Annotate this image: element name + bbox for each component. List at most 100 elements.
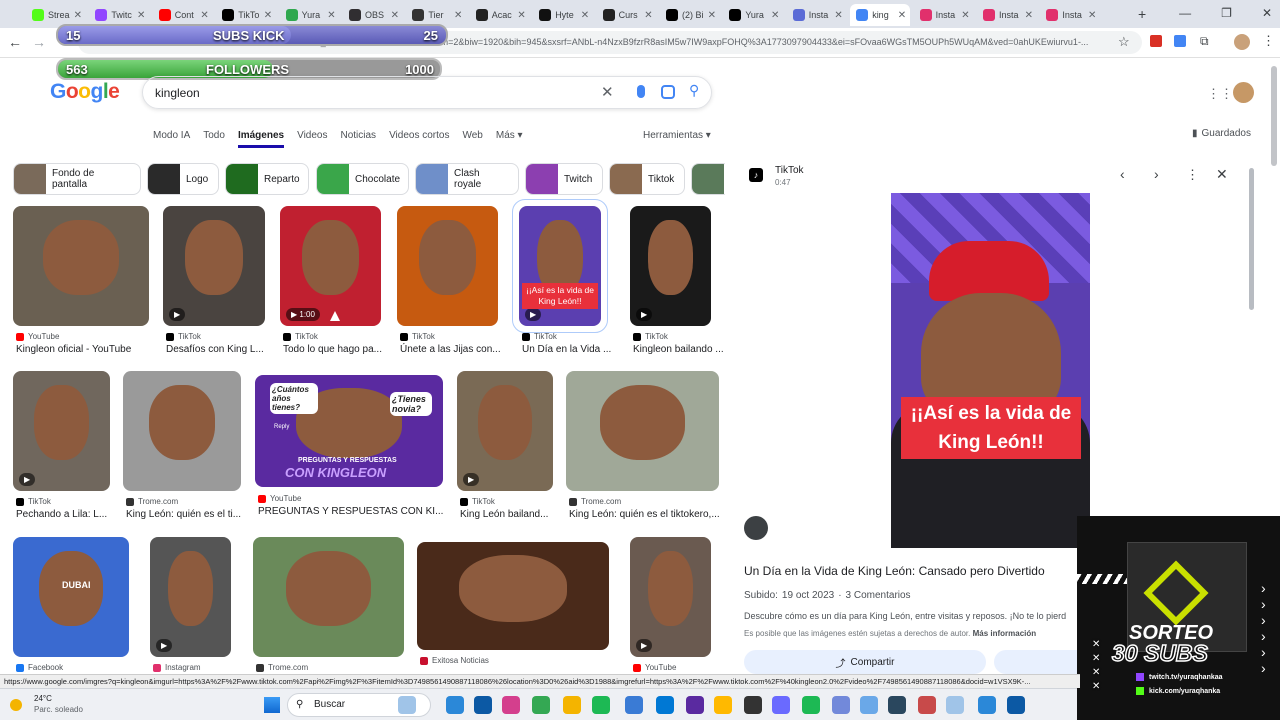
related-chip[interactable]: Tiktok xyxy=(609,163,685,195)
extensions-puzzle-icon[interactable]: ⧉ xyxy=(1200,34,1209,49)
image-result[interactable]: Exitosa Noticias xyxy=(417,542,609,665)
result-source[interactable]: YouTube xyxy=(16,332,59,341)
tools-menu[interactable]: Herramientas ▾ xyxy=(643,130,711,141)
related-chip[interactable]: Fondo de pantalla xyxy=(13,163,141,195)
result-title[interactable]: Kingleon bailando ... xyxy=(633,344,724,355)
browser-tab[interactable]: Insta ✕ xyxy=(914,4,974,26)
result-thumbnail[interactable]: ▶ xyxy=(163,206,265,326)
lens-search-icon[interactable] xyxy=(661,85,675,99)
tab-close-icon[interactable]: ✕ xyxy=(454,10,462,21)
image-result[interactable]: ▶ TikTok King León bailand... xyxy=(457,371,553,520)
taskbar-app-icon[interactable] xyxy=(772,696,790,714)
share-button[interactable]: ⤴ Compartir xyxy=(744,650,986,674)
tab-close-icon[interactable]: ✕ xyxy=(1088,10,1096,21)
taskbar-app-icon[interactable] xyxy=(802,696,820,714)
related-chip[interactable]: Clash royale xyxy=(415,163,519,195)
browser-tab[interactable]: Insta ✕ xyxy=(787,4,847,26)
taskbar-app-icon[interactable] xyxy=(714,696,732,714)
tab-close-icon[interactable]: ✕ xyxy=(517,10,525,21)
result-source[interactable]: Trome.com xyxy=(126,497,178,506)
more-options-icon[interactable]: ⋮ xyxy=(1186,167,1199,183)
windows-start-icon[interactable] xyxy=(264,697,280,713)
related-chip[interactable]: Twitch xyxy=(525,163,603,195)
tab-close-icon[interactable]: ✕ xyxy=(708,10,716,21)
image-result[interactable]: ▶ TikTok Desafíos con King L... xyxy=(163,206,265,355)
result-title[interactable]: Pechando a Lila: L... xyxy=(16,509,107,520)
result-source[interactable]: TikTok xyxy=(166,332,201,341)
taskbar-app-icon[interactable] xyxy=(474,696,492,714)
related-chip-overflow[interactable] xyxy=(691,163,725,195)
account-avatar[interactable] xyxy=(1233,82,1254,103)
browser-tab[interactable]: Insta ✕ xyxy=(1040,4,1100,26)
result-thumbnail[interactable] xyxy=(566,371,719,491)
browser-tab[interactable]: Curs ✕ xyxy=(597,4,657,26)
tab-close-icon[interactable]: ✕ xyxy=(644,10,652,21)
search-tab[interactable]: Todo xyxy=(203,130,225,148)
panel-title[interactable]: Un Día en la Vida de King León: Cansado … xyxy=(744,564,1045,578)
result-title[interactable]: Únete a las Jijas con... xyxy=(400,344,501,355)
result-title[interactable]: King León: quién es el tiktokero,... xyxy=(569,509,720,520)
taskbar-app-icon[interactable] xyxy=(398,696,416,714)
result-thumbnail[interactable]: ▶ xyxy=(150,537,231,657)
translate-icon[interactable] xyxy=(1174,35,1186,47)
tab-close-icon[interactable]: ✕ xyxy=(771,10,779,21)
result-source[interactable]: Exitosa Noticias xyxy=(420,656,489,665)
taskbar-app-icon[interactable] xyxy=(860,696,878,714)
result-source[interactable]: Facebook xyxy=(16,663,63,672)
browser-tab[interactable]: Yura ✕ xyxy=(723,4,783,26)
taskbar-app-icon[interactable] xyxy=(888,696,906,714)
extension-icon[interactable] xyxy=(1150,35,1162,47)
browser-tab[interactable]: Cont ✕ xyxy=(153,4,213,26)
image-result[interactable]: Trome.com King León: quién es el tiktoker… xyxy=(566,371,720,520)
taskbar-app-icon[interactable] xyxy=(832,696,850,714)
result-source[interactable]: YouTube xyxy=(258,494,301,503)
result-source[interactable]: YouTube xyxy=(633,663,676,672)
menu-dots-icon[interactable]: ⋮ xyxy=(1262,33,1275,49)
more-info-link[interactable]: Más información xyxy=(973,629,1037,638)
voice-search-icon[interactable] xyxy=(637,85,645,98)
result-thumbnail[interactable]: ▶ xyxy=(457,371,553,491)
browser-tab[interactable]: TikTo ✕ xyxy=(216,4,276,26)
related-chip[interactable]: Logo xyxy=(147,163,219,195)
taskbar-app-icon[interactable] xyxy=(592,696,610,714)
search-tab[interactable]: Más ▾ xyxy=(496,130,523,148)
result-source[interactable]: TikTok xyxy=(460,497,495,506)
tab-close-icon[interactable]: ✕ xyxy=(391,10,399,21)
result-title[interactable]: PREGUNTAS Y RESPUESTAS CON KI... xyxy=(258,506,443,517)
image-result[interactable]: ▶ TikTok Kingleon bailando ... xyxy=(630,206,724,355)
tab-close-icon[interactable]: ✕ xyxy=(898,10,906,21)
taskbar-app-icon[interactable] xyxy=(532,696,550,714)
taskbar-app-icon[interactable] xyxy=(978,696,996,714)
lens-icon[interactable] xyxy=(744,516,768,540)
taskbar-app-icon[interactable] xyxy=(656,696,674,714)
search-tab[interactable]: Web xyxy=(462,130,482,148)
image-result[interactable]: Facebook xyxy=(13,537,129,672)
result-title[interactable]: Un Día en la Vida ... xyxy=(522,344,611,355)
image-result[interactable]: Trome.com xyxy=(253,537,404,672)
image-result[interactable]: ▶ YouTube xyxy=(630,537,711,672)
browser-tab[interactable]: Strea ✕ xyxy=(26,4,86,26)
result-title[interactable]: King León: quién es el ti... xyxy=(126,509,241,520)
result-thumbnail[interactable] xyxy=(123,371,241,491)
taskbar-app-icon[interactable] xyxy=(625,696,643,714)
panel-source[interactable]: TikTok xyxy=(775,165,804,176)
bookmark-star-icon[interactable]: ☆ xyxy=(1118,34,1130,50)
image-result[interactable]: ▶ Instagram xyxy=(150,537,231,672)
search-tab[interactable]: Videos cortos xyxy=(389,130,449,148)
profile-avatar[interactable] xyxy=(1234,34,1250,50)
forward-icon[interactable]: → xyxy=(32,34,46,50)
result-thumbnail[interactable]: ▶ xyxy=(630,537,711,657)
taskbar-app-icon[interactable] xyxy=(946,696,964,714)
result-thumbnail[interactable] xyxy=(13,206,149,326)
result-thumbnail[interactable] xyxy=(253,537,404,657)
browser-tab[interactable]: Insta ✕ xyxy=(977,4,1037,26)
saved-link[interactable]: ▮ Guardados xyxy=(1192,128,1251,139)
maximize-icon[interactable]: ❐ xyxy=(1221,6,1232,20)
result-title[interactable]: Kingleon oficial - YouTube xyxy=(16,344,131,355)
result-source[interactable]: TikTok xyxy=(633,332,668,341)
result-title[interactable]: Desafíos con King L... xyxy=(166,344,264,355)
browser-tab[interactable]: Yura ✕ xyxy=(280,4,340,26)
browser-tab[interactable]: (2) Bi ✕ xyxy=(660,4,720,26)
result-source[interactable]: TikTok xyxy=(400,332,435,341)
result-title[interactable]: King León bailand... xyxy=(460,509,548,520)
